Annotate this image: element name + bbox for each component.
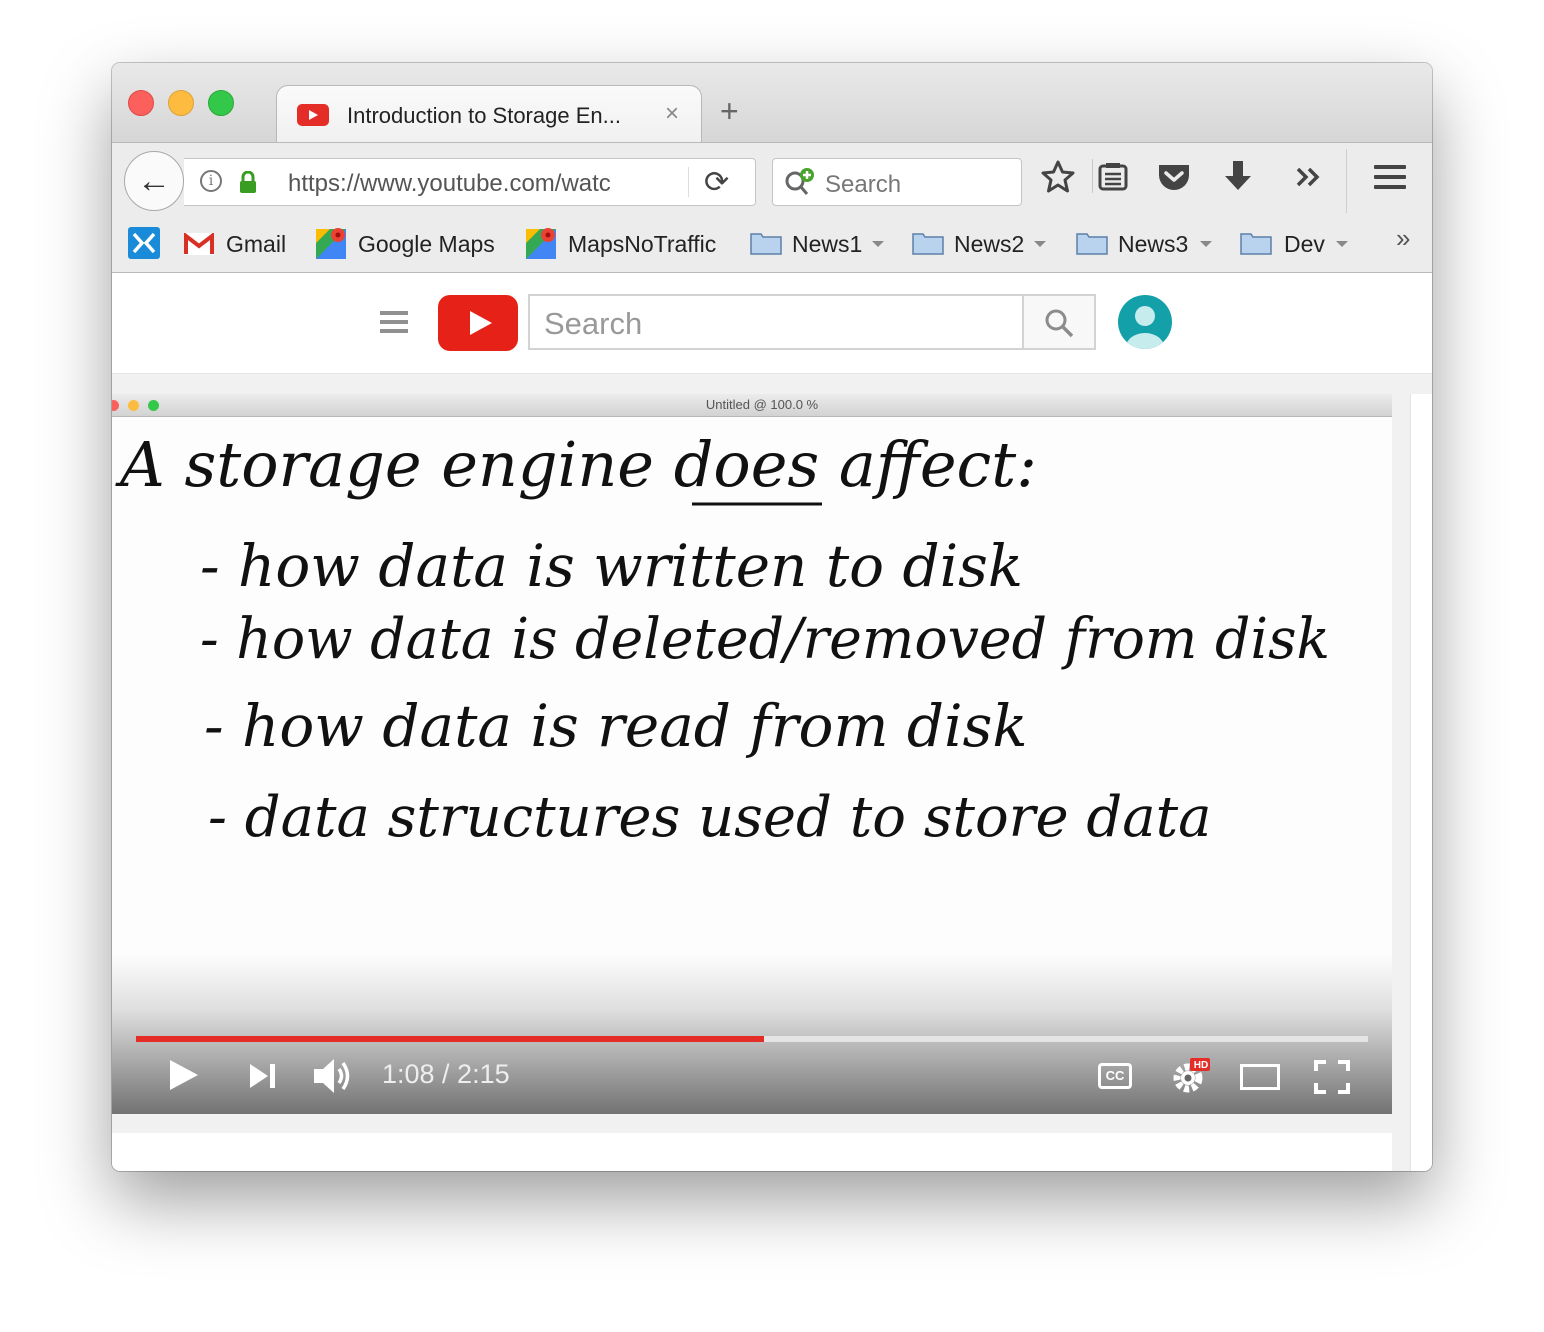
overflow-chevrons-icon[interactable] [1290, 157, 1330, 197]
volume-icon[interactable] [312, 1056, 356, 1096]
folder-icon [912, 233, 944, 255]
gmail-icon [184, 233, 214, 255]
search-plus-icon [785, 168, 814, 195]
minimize-window-button[interactable] [168, 90, 194, 116]
folder-icon [1240, 233, 1272, 255]
tab-close-icon[interactable]: × [665, 100, 679, 128]
youtube-logo-icon[interactable] [438, 295, 518, 351]
next-icon[interactable] [248, 1062, 278, 1090]
search-bar[interactable]: Search [772, 158, 1022, 206]
youtube-favicon-icon [297, 104, 329, 126]
bookmark-label: Dev [1284, 231, 1325, 257]
bookmark-folder-news3[interactable]: News3 [1076, 227, 1216, 259]
pocket-icon[interactable] [1154, 157, 1194, 197]
search-icon [1045, 309, 1074, 338]
bookmarks-overflow-icon[interactable]: » [1396, 223, 1410, 254]
app-icon [128, 227, 160, 259]
bookmark-folder-news1[interactable]: News1 [750, 227, 890, 259]
youtube-search-placeholder: Search [544, 306, 643, 341]
handwritten-line: - how data is written to disk [200, 532, 1023, 600]
download-icon[interactable] [1218, 157, 1258, 197]
navigation-toolbar: i https://www.youtube.com/watc ⟳ ← Searc… [112, 142, 1432, 219]
bookmark-folder-news2[interactable]: News2 [912, 227, 1052, 259]
close-window-button[interactable] [128, 90, 154, 116]
youtube-masthead: Search [112, 273, 1432, 374]
maps-icon [526, 228, 556, 259]
avatar[interactable] [1118, 295, 1172, 349]
youtube-search-button[interactable] [1022, 294, 1096, 350]
time-display: 1:08 / 2:15 [382, 1059, 510, 1089]
handwriting-canvas: A storage engine does affect: - how data… [115, 428, 1330, 850]
back-arrow-icon[interactable]: ← [124, 151, 184, 211]
url-bar[interactable]: i https://www.youtube.com/watc ⟳ [184, 158, 756, 206]
below-player-area [112, 1133, 1392, 1171]
play-icon[interactable] [166, 1058, 200, 1092]
theater-icon[interactable] [1240, 1064, 1280, 1090]
bookmark-label: MapsNoTraffic [568, 231, 717, 257]
zoom-window-button[interactable] [208, 90, 234, 116]
handwritten-line: - how data is deleted/removed from disk [200, 607, 1330, 672]
folder-icon [750, 233, 782, 255]
reader-list-icon[interactable] [1092, 157, 1132, 197]
video-recorded-titlebar: Untitled @ 100.0 % [112, 394, 1392, 417]
bookmark-mapsnotraffic[interactable]: MapsNoTraffic [526, 227, 726, 259]
url-text[interactable]: https://www.youtube.com/watc [288, 170, 638, 198]
chevron-down-icon [1336, 241, 1348, 247]
bookmark-folder-dev[interactable]: Dev [1240, 227, 1350, 259]
bookmark-google-maps[interactable]: Google Maps [316, 227, 506, 259]
bookmark-app[interactable] [128, 227, 160, 259]
video-player[interactable]: Untitled @ 100.0 % A storage engine does… [112, 394, 1392, 1114]
handwritten-line: - data structures used to store data [208, 785, 1212, 850]
info-icon[interactable]: i [200, 170, 222, 192]
bookmark-label: News1 [792, 231, 863, 257]
progress-fill [136, 1036, 765, 1042]
handwritten-line: A storage engine does affect: [115, 428, 1037, 501]
chevron-down-icon [872, 241, 884, 247]
video-window-title: Untitled @ 100.0 % [705, 397, 819, 412]
bookmarks-toolbar: Gmail Google Maps MapsNoTraffic News1 Ne… [112, 213, 1432, 273]
hd-badge: HD [1193, 1060, 1209, 1071]
toolbar-divider [1346, 149, 1347, 219]
cc-icon[interactable]: CC [1098, 1063, 1132, 1089]
search-bar-placeholder: Search [825, 171, 902, 198]
progress-bar[interactable] [136, 1036, 1368, 1042]
sidebar-gutter [1410, 394, 1432, 1171]
fullscreen-icon[interactable] [1314, 1060, 1350, 1094]
reload-icon[interactable]: ⟳ [704, 165, 729, 200]
user-icon [1126, 306, 1164, 349]
chevron-down-icon [1200, 241, 1212, 247]
bookmark-gmail[interactable]: Gmail [184, 227, 294, 259]
bookmark-label: Google Maps [358, 231, 495, 257]
handwritten-line: - how data is read from disk [204, 692, 1028, 760]
guide-menu-icon[interactable] [380, 311, 408, 333]
lock-icon [240, 171, 256, 193]
bookmark-label: Gmail [226, 231, 287, 257]
youtube-search-input[interactable]: Search [528, 294, 1024, 350]
star-icon[interactable] [1038, 157, 1078, 197]
hamburger-menu-icon[interactable] [1370, 157, 1410, 197]
folder-icon [1076, 233, 1108, 255]
bookmark-label: News3 [1118, 231, 1189, 257]
tab-strip: Introduction to Storage En... × + [112, 63, 1432, 144]
chevron-down-icon [1034, 241, 1046, 247]
tab-title: Introduction to Storage En... [347, 103, 621, 128]
maps-icon [316, 228, 346, 259]
bookmark-label: News2 [954, 231, 1025, 257]
tab-active[interactable]: Introduction to Storage En... × [276, 85, 702, 144]
browser-window: Introduction to Storage En... × + i http… [112, 63, 1432, 1171]
new-tab-button[interactable]: + [720, 95, 739, 127]
url-separator [688, 167, 689, 197]
